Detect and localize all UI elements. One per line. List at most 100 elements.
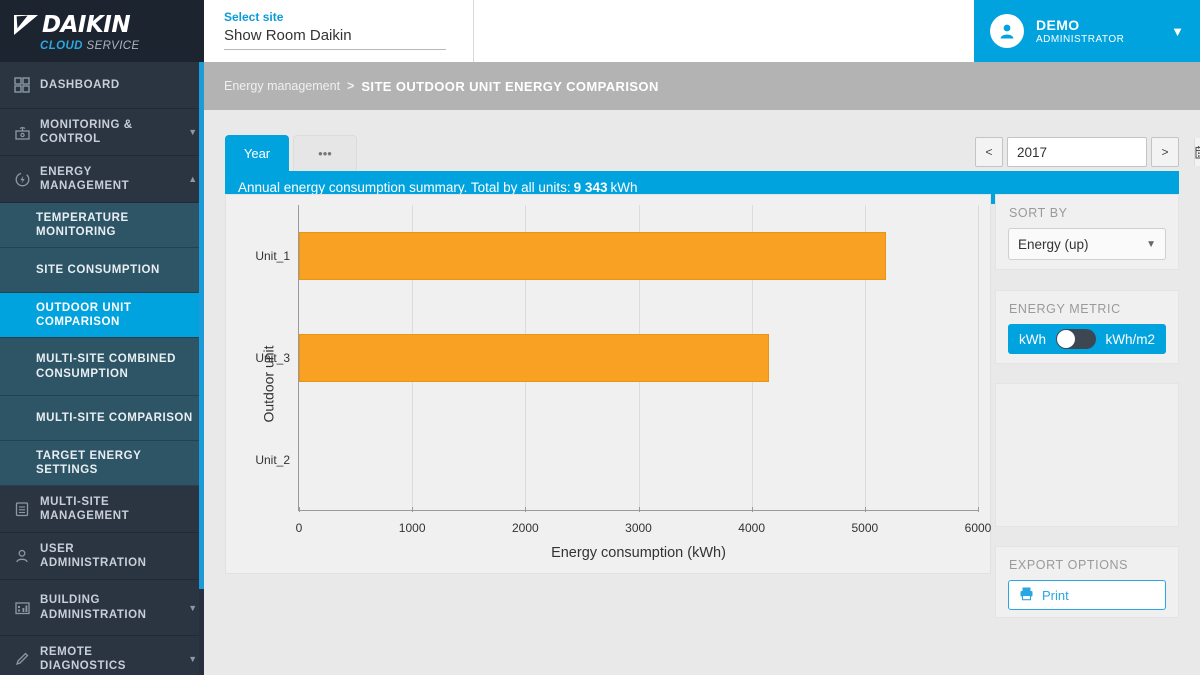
sidebar-item-user-administration[interactable]: USER ADMINISTRATION: [0, 533, 204, 580]
empty-placeholder-card: [995, 383, 1179, 527]
grid-icon: [14, 77, 40, 93]
page-title: SITE OUTDOOR UNIT ENERGY COMPARISON: [361, 79, 658, 94]
year-input-wrap: [1007, 137, 1147, 167]
topbar-divider: [473, 0, 474, 62]
x-axis-tick: [525, 507, 526, 512]
metric-option-kwh[interactable]: kWh: [1019, 332, 1046, 347]
sidebar-item-monitoring-control[interactable]: MONITORING & CONTROL ▼: [0, 109, 204, 156]
sidebar-item-temperature-monitoring[interactable]: TEMPERATURE MONITORING: [0, 203, 204, 248]
user-menu[interactable]: DEMO ADMINISTRATOR ▼: [974, 0, 1200, 62]
x-axis-tick: [752, 507, 753, 512]
daikin-logo-mark: [14, 15, 40, 35]
sidebar-item-label: BUILDING ADMINISTRATION: [40, 593, 182, 622]
sidebar-item-label: REMOTE DIAGNOSTICS: [40, 645, 182, 674]
energy-bolt-icon: [14, 171, 40, 188]
x-axis-tick-label: 2000: [512, 521, 539, 535]
summary-unit: kWh: [610, 180, 637, 195]
sidebar-item-label: TARGET ENERGY SETTINGS: [36, 449, 204, 478]
sort-by-card: SORT BY Energy (up) ▼: [995, 194, 1179, 270]
x-axis-tick-label: 1000: [399, 521, 426, 535]
sidebar-item-label: USER ADMINISTRATION: [40, 542, 182, 571]
monitor-icon: [14, 124, 40, 141]
grid-line: [978, 205, 979, 511]
prev-year-button[interactable]: <: [975, 137, 1003, 167]
chevron-down-icon: ▼: [1146, 239, 1156, 250]
x-axis-tick-label: 3000: [625, 521, 652, 535]
brand-logo[interactable]: DAIKIN CLOUD SERVICE: [0, 0, 204, 62]
sidebar-item-multi-site-management[interactable]: MULTI-SITE MANAGEMENT: [0, 486, 204, 533]
print-button[interactable]: Print: [1008, 580, 1166, 610]
toggle-track[interactable]: [1056, 329, 1096, 349]
print-label: Print: [1042, 588, 1069, 603]
bar-Unit_3[interactable]: [299, 334, 769, 382]
calendar-icon[interactable]: [1194, 138, 1200, 166]
sidebar-item-label: DASHBOARD: [40, 78, 182, 92]
y-axis-tick-label: Unit_3: [255, 351, 290, 365]
clipboard-icon: [14, 501, 40, 517]
sidebar-item-building-administration[interactable]: BUILDING ADMINISTRATION ▼: [0, 580, 204, 636]
bar-chart: Outdoor unit Energy consumption (kWh) 01…: [225, 194, 991, 574]
user-role: ADMINISTRATOR: [1036, 34, 1171, 45]
x-axis-tick-label: 5000: [851, 521, 878, 535]
next-year-button[interactable]: >: [1151, 137, 1179, 167]
sidebar-item-label: MULTI-SITE MANAGEMENT: [40, 495, 182, 524]
sidebar-item-label: OUTDOOR UNIT COMPARISON: [36, 301, 204, 330]
daikin-cloud-service-app: DAIKIN CLOUD SERVICE DASHBOARD MONITORIN…: [0, 0, 1200, 675]
chevron-down-icon[interactable]: ▼: [1171, 24, 1184, 39]
sidebar-nav: DASHBOARD MONITORING & CONTROL ▼ ENERGY …: [0, 62, 204, 675]
summary-text: Annual energy consumption summary. Total…: [238, 180, 571, 195]
tab-more[interactable]: •••: [293, 135, 357, 171]
y-axis-tick-label: Unit_2: [255, 453, 290, 467]
energy-metric-toggle[interactable]: kWh kWh/m2: [1008, 324, 1166, 354]
x-axis-tick: [865, 507, 866, 512]
site-selector-label: Select site: [224, 10, 446, 24]
sort-by-value: Energy (up): [1018, 237, 1089, 252]
bar-Unit_1[interactable]: [299, 232, 886, 280]
toggle-knob[interactable]: [1057, 330, 1075, 348]
sidebar-item-label: MULTI-SITE COMBINED CONSUMPTION: [36, 352, 204, 381]
summary-total: 9 343: [574, 180, 608, 195]
x-axis-tick: [978, 507, 979, 512]
brand-name: DAIKIN: [42, 12, 130, 38]
topbar: Select site Show Room Daikin DEMO ADMINI…: [204, 0, 1200, 62]
sidebar-item-label: MULTI-SITE COMPARISON: [36, 411, 204, 425]
brand-sub-cloud: CLOUD: [40, 40, 83, 52]
x-axis-tick-label: 0: [296, 521, 303, 535]
site-selector-value[interactable]: Show Room Daikin: [224, 27, 446, 50]
sidebar-item-outdoor-unit-comparison[interactable]: OUTDOOR UNIT COMPARISON: [0, 293, 204, 338]
energy-comparison-panel: Year ••• < > Annual energy consumption s…: [225, 135, 1179, 635]
sort-by-select[interactable]: Energy (up) ▼: [1008, 228, 1166, 260]
chart-plot-area: Energy consumption (kWh) 010002000300040…: [298, 205, 978, 511]
sidebar-item-multi-site-combined-consumption[interactable]: MULTI-SITE COMBINED CONSUMPTION: [0, 338, 204, 396]
site-selector[interactable]: Select site Show Room Daikin: [224, 10, 446, 50]
energy-metric-card: ENERGY METRIC kWh kWh/m2: [995, 290, 1179, 364]
export-options-card: EXPORT OPTIONS Print: [995, 546, 1179, 618]
breadcrumb-parent[interactable]: Energy management: [224, 79, 340, 93]
x-axis-tick-label: 4000: [738, 521, 765, 535]
sidebar-item-multi-site-comparison[interactable]: MULTI-SITE COMPARISON: [0, 396, 204, 441]
export-options-title: EXPORT OPTIONS: [996, 547, 1178, 580]
breadcrumb: Energy management > SITE OUTDOOR UNIT EN…: [204, 62, 1200, 110]
sidebar-item-target-energy-settings[interactable]: TARGET ENERGY SETTINGS: [0, 441, 204, 486]
x-axis-tick: [639, 507, 640, 512]
metric-option-kwh-m2[interactable]: kWh/m2: [1105, 332, 1155, 347]
sidebar-item-site-consumption[interactable]: SITE CONSUMPTION: [0, 248, 204, 293]
sidebar: DAIKIN CLOUD SERVICE DASHBOARD MONITORIN…: [0, 0, 204, 675]
sidebar-item-dashboard[interactable]: DASHBOARD: [0, 62, 204, 109]
energy-metric-title: ENERGY METRIC: [996, 291, 1178, 324]
breadcrumb-separator: >: [347, 79, 354, 93]
pen-icon: [14, 651, 40, 667]
sidebar-item-remote-diagnostics[interactable]: REMOTE DIAGNOSTICS ▼: [0, 636, 204, 675]
sort-by-title: SORT BY: [996, 195, 1178, 228]
brand-sub-service: SERVICE: [87, 40, 140, 52]
user-name: DEMO: [1036, 17, 1171, 33]
printer-icon: [1019, 586, 1034, 604]
sidebar-item-label: TEMPERATURE MONITORING: [36, 211, 204, 240]
y-axis-tick-label: Unit_1: [255, 249, 290, 263]
main-content: Year ••• < > Annual energy consumption s…: [204, 110, 1200, 675]
year-navigator: < >: [975, 137, 1179, 167]
building-chart-icon: [14, 599, 40, 616]
sidebar-item-label: SITE CONSUMPTION: [36, 263, 204, 277]
sidebar-item-energy-management[interactable]: ENERGY MANAGEMENT ▲: [0, 156, 204, 203]
tab-year[interactable]: Year: [225, 135, 289, 171]
